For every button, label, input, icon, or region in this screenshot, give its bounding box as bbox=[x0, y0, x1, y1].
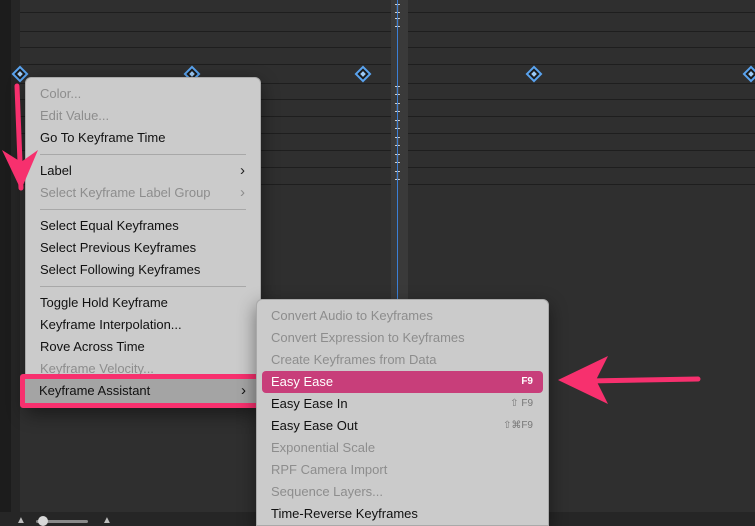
menu-item-label: Go To Keyframe Time bbox=[40, 130, 166, 145]
keyframe-assistant-submenu: Convert Audio to Keyframes Convert Expre… bbox=[256, 299, 549, 526]
submenu-item-sequence-layers: Sequence Layers... bbox=[262, 481, 543, 503]
menu-item-keyframe-interpolation[interactable]: Keyframe Interpolation... bbox=[31, 314, 255, 336]
submenu-item-create-from-data: Create Keyframes from Data bbox=[262, 349, 543, 371]
zoom-out-icon[interactable]: ▲ bbox=[14, 515, 28, 526]
menu-item-label: RPF Camera Import bbox=[271, 462, 388, 477]
chevron-right-icon: › bbox=[240, 184, 245, 201]
menu-item-label: Toggle Hold Keyframe bbox=[40, 295, 168, 310]
menu-item-label: Rove Across Time bbox=[40, 339, 145, 354]
menu-item-label: Create Keyframes from Data bbox=[271, 352, 437, 367]
menu-item-select-previous-keyframes[interactable]: Select Previous Keyframes bbox=[31, 237, 255, 259]
shortcut-label: F9 bbox=[521, 376, 533, 387]
track-line bbox=[20, 12, 755, 13]
zoom-in-icon[interactable]: ▲ bbox=[100, 515, 114, 526]
menu-item-label: Select Following Keyframes bbox=[40, 262, 201, 277]
menu-item-label: Easy Ease In bbox=[271, 396, 348, 411]
menu-item-label: Easy Ease bbox=[271, 374, 334, 389]
menu-item-label: Convert Audio to Keyframes bbox=[271, 308, 433, 323]
work-area-band bbox=[391, 0, 408, 300]
submenu-item-rpf-camera-import: RPF Camera Import bbox=[262, 459, 543, 481]
menu-item-keyframe-assistant[interactable]: Keyframe Assistant › bbox=[25, 379, 258, 403]
menu-item-label-submenu[interactable]: Label › bbox=[31, 160, 255, 182]
submenu-item-convert-audio: Convert Audio to Keyframes bbox=[262, 305, 543, 327]
chevron-right-icon: › bbox=[240, 162, 245, 179]
zoom-slider-knob[interactable] bbox=[38, 516, 48, 526]
submenu-item-time-reverse-keyframes[interactable]: Time-Reverse Keyframes bbox=[262, 503, 543, 525]
shortcut-label: ⇧⌘F9 bbox=[502, 420, 533, 431]
menu-item-rove-across-time[interactable]: Rove Across Time bbox=[31, 336, 255, 358]
annotation-arrow-left bbox=[558, 356, 701, 404]
menu-item-label: Keyframe Interpolation... bbox=[40, 317, 182, 332]
submenu-item-easy-ease-out[interactable]: Easy Ease Out ⇧⌘F9 bbox=[262, 415, 543, 437]
menu-item-edit-value: Edit Value... bbox=[31, 105, 255, 127]
annotation-arrow-down bbox=[2, 83, 38, 191]
menu-item-select-equal-keyframes[interactable]: Select Equal Keyframes bbox=[31, 215, 255, 237]
keyframe-diamond-icon[interactable] bbox=[354, 65, 372, 83]
menu-item-label: Select Keyframe Label Group bbox=[40, 185, 211, 200]
menu-separator bbox=[40, 209, 246, 210]
menu-separator bbox=[40, 154, 246, 155]
track-line bbox=[20, 47, 755, 48]
keyframe-context-menu: Color... Edit Value... Go To Keyframe Ti… bbox=[25, 77, 261, 408]
menu-item-label: Sequence Layers... bbox=[271, 484, 384, 499]
menu-item-toggle-hold-keyframe[interactable]: Toggle Hold Keyframe bbox=[31, 292, 255, 314]
menu-item-label: Keyframe Assistant bbox=[39, 383, 151, 398]
submenu-item-convert-expression: Convert Expression to Keyframes bbox=[262, 327, 543, 349]
timeline-left-strip bbox=[0, 0, 11, 526]
menu-item-label: Easy Ease Out bbox=[271, 418, 358, 433]
menu-separator bbox=[40, 286, 246, 287]
keyframe-diamond-icon[interactable] bbox=[525, 65, 543, 83]
menu-item-label: Select Previous Keyframes bbox=[40, 240, 197, 255]
track-line bbox=[20, 64, 755, 65]
menu-item-label: Select Equal Keyframes bbox=[40, 218, 179, 233]
keyframe-diamond-icon[interactable] bbox=[742, 65, 755, 83]
submenu-item-exponential-scale: Exponential Scale bbox=[262, 437, 543, 459]
menu-item-color: Color... bbox=[31, 83, 255, 105]
track-line bbox=[20, 31, 755, 32]
menu-item-go-to-keyframe-time[interactable]: Go To Keyframe Time bbox=[31, 127, 255, 149]
menu-item-label: Time-Reverse Keyframes bbox=[271, 506, 418, 521]
chevron-right-icon: › bbox=[241, 382, 246, 399]
menu-item-select-following-keyframes[interactable]: Select Following Keyframes bbox=[31, 259, 255, 281]
menu-item-select-keyframe-label-group: Select Keyframe Label Group › bbox=[31, 182, 255, 204]
submenu-item-easy-ease[interactable]: Easy Ease F9 bbox=[262, 371, 543, 393]
menu-item-label: Exponential Scale bbox=[271, 440, 376, 455]
menu-item-label: Convert Expression to Keyframes bbox=[271, 330, 465, 345]
shortcut-label: ⇧ F9 bbox=[510, 398, 533, 409]
menu-item-label: Edit Value... bbox=[40, 108, 110, 123]
submenu-item-easy-ease-in[interactable]: Easy Ease In ⇧ F9 bbox=[262, 393, 543, 415]
